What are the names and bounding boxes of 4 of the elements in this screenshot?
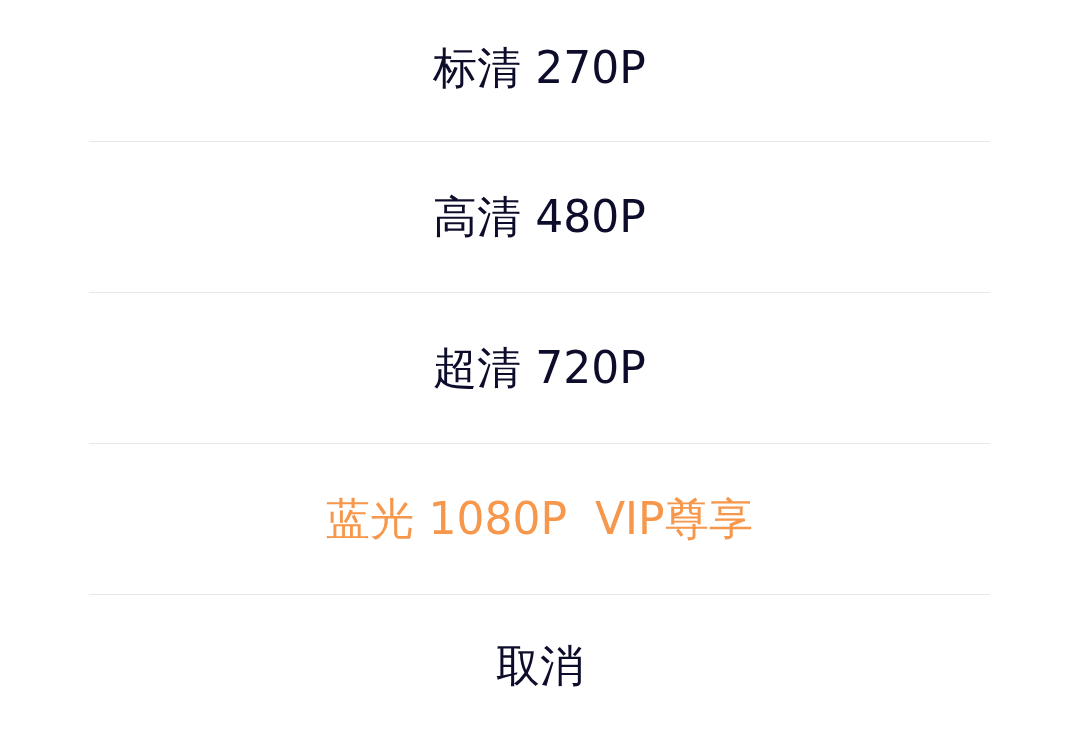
- quality-option[interactable]: 超清 720P: [433, 338, 646, 398]
- quality-option[interactable]: 高清 480P: [433, 187, 646, 247]
- quality-option[interactable]: 标清 270P: [433, 39, 646, 98]
- cancel-button[interactable]: 取消: [495, 637, 584, 696]
